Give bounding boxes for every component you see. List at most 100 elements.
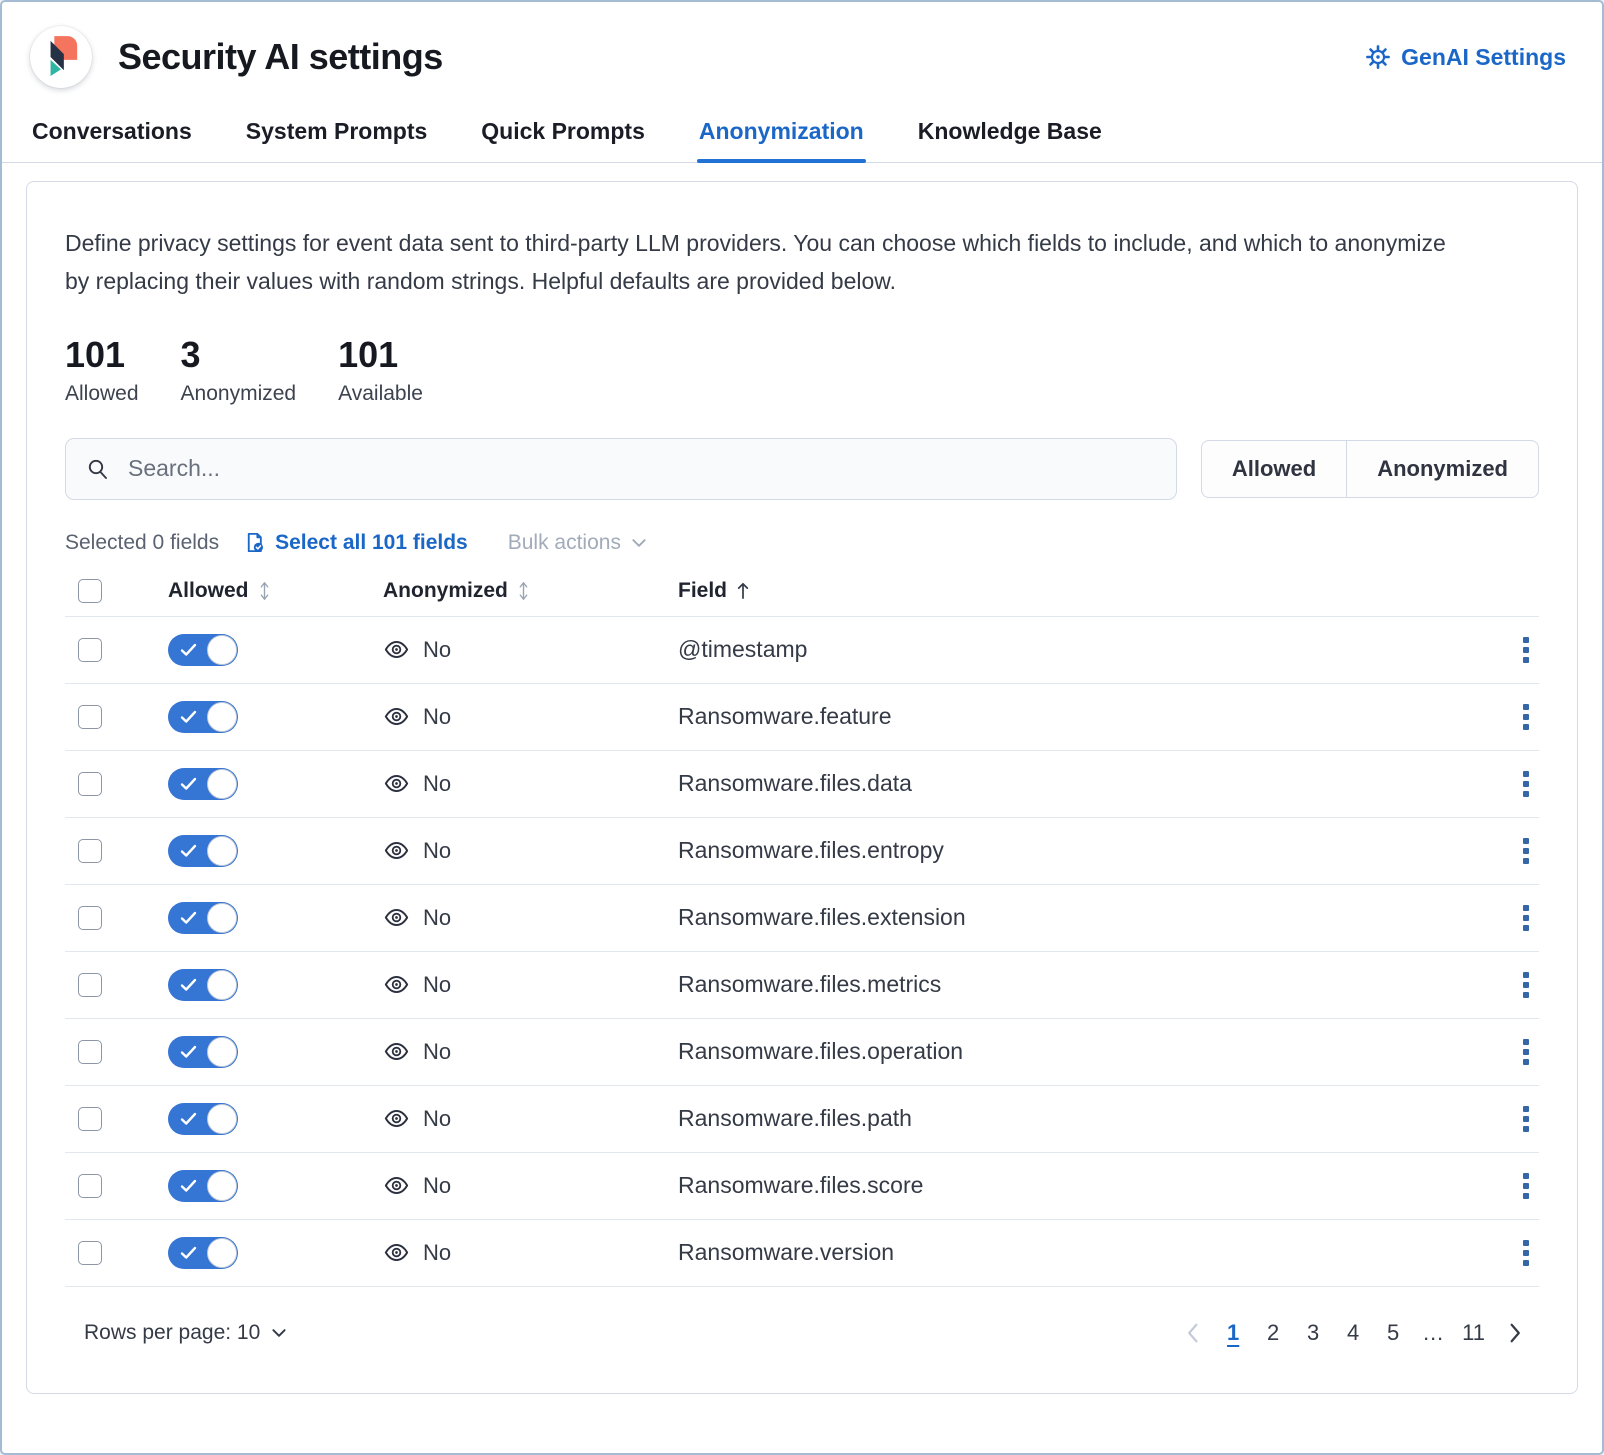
row-checkbox[interactable] — [78, 973, 102, 997]
page-number-button[interactable]: 5 — [1376, 1313, 1410, 1353]
anonymize-eye-button[interactable] — [383, 770, 410, 797]
table-row: No Ransomware.feature — [65, 684, 1539, 751]
field-name: Ransomware.files.path — [678, 1105, 1493, 1132]
row-actions-icon[interactable] — [1519, 834, 1533, 868]
stat-label: Anonymized — [181, 382, 297, 406]
page-number-button[interactable]: 1 — [1216, 1313, 1250, 1353]
next-page-button[interactable] — [1497, 1313, 1533, 1353]
allowed-toggle[interactable] — [168, 1036, 238, 1068]
search-icon — [86, 457, 110, 481]
tab[interactable]: Knowledge Base — [916, 118, 1104, 162]
bulk-actions-button[interactable]: Bulk actions — [502, 530, 654, 556]
eye-icon — [383, 837, 410, 864]
tab[interactable]: System Prompts — [244, 118, 430, 162]
row-actions-icon[interactable] — [1519, 1102, 1533, 1136]
row-actions-icon[interactable] — [1519, 901, 1533, 935]
tab[interactable]: Anonymization — [697, 118, 866, 162]
column-header-anonymized[interactable]: Anonymized — [383, 579, 531, 603]
anonymize-eye-button[interactable] — [383, 636, 410, 663]
tab-bar: Conversations System Prompts Quick Promp… — [2, 118, 1602, 163]
allowed-toggle[interactable] — [168, 701, 238, 733]
row-checkbox[interactable] — [78, 839, 102, 863]
page-title: Security AI settings — [118, 36, 443, 78]
anonymize-eye-button[interactable] — [383, 837, 410, 864]
select-all-button[interactable]: Select all 101 fields — [237, 530, 474, 556]
allowed-toggle[interactable] — [168, 835, 238, 867]
allowed-toggle[interactable] — [168, 1103, 238, 1135]
table-row: No Ransomware.files.score — [65, 1153, 1539, 1220]
anonymized-value: No — [423, 771, 451, 797]
security-ai-settings-window: Security AI settings GenAI Settings — [0, 0, 1604, 1455]
row-checkbox[interactable] — [78, 1174, 102, 1198]
anonymize-eye-button[interactable] — [383, 1105, 410, 1132]
anonymize-eye-button[interactable] — [383, 703, 410, 730]
stat-label: Allowed — [65, 382, 139, 406]
allowed-toggle[interactable] — [168, 768, 238, 800]
filter-button[interactable]: Allowed — [1202, 441, 1346, 497]
column-header-field[interactable]: Field — [678, 579, 751, 603]
anonymize-eye-button[interactable] — [383, 1239, 410, 1266]
anonymize-eye-button[interactable] — [383, 971, 410, 998]
page-number-button[interactable]: 11 — [1456, 1313, 1491, 1353]
row-checkbox[interactable] — [78, 772, 102, 796]
row-checkbox[interactable] — [78, 638, 102, 662]
allowed-toggle[interactable] — [168, 1237, 238, 1269]
page-number-button[interactable]: 4 — [1336, 1313, 1370, 1353]
row-actions-icon[interactable] — [1519, 1236, 1533, 1270]
chevron-down-icon — [270, 1324, 288, 1342]
previous-page-button[interactable] — [1174, 1313, 1210, 1353]
field-name: @timestamp — [678, 636, 1493, 663]
eye-icon — [383, 904, 410, 931]
tab[interactable]: Quick Prompts — [479, 118, 647, 162]
sortable-icon — [516, 580, 531, 602]
row-checkbox[interactable] — [78, 1241, 102, 1265]
rows-per-page-button[interactable]: Rows per page: 10 — [78, 1320, 294, 1346]
row-checkbox[interactable] — [78, 906, 102, 930]
row-checkbox[interactable] — [78, 705, 102, 729]
row-actions-icon[interactable] — [1519, 1169, 1533, 1203]
selected-count: Selected 0 fields — [65, 531, 219, 555]
select-all-checkbox[interactable] — [78, 579, 102, 603]
allowed-toggle[interactable] — [168, 969, 238, 1001]
stat-value: 101 — [338, 334, 423, 375]
row-actions-icon[interactable] — [1519, 968, 1533, 1002]
allowed-toggle[interactable] — [168, 1170, 238, 1202]
anonymized-value: No — [423, 1106, 451, 1132]
anonymized-value: No — [423, 905, 451, 931]
row-actions-icon[interactable] — [1519, 1035, 1533, 1069]
row-actions-icon[interactable] — [1519, 767, 1533, 801]
row-actions-icon[interactable] — [1519, 700, 1533, 734]
allowed-toggle[interactable] — [168, 634, 238, 666]
table-row: No Ransomware.version — [65, 1220, 1539, 1287]
row-checkbox[interactable] — [78, 1107, 102, 1131]
tab[interactable]: Conversations — [30, 118, 194, 162]
genai-settings-label: GenAI Settings — [1401, 44, 1566, 71]
field-name: Ransomware.version — [678, 1239, 1493, 1266]
row-checkbox[interactable] — [78, 1040, 102, 1064]
search-input[interactable] — [126, 454, 1156, 483]
toggle-knob — [207, 970, 237, 1000]
genai-settings-link[interactable]: GenAI Settings — [1365, 44, 1566, 71]
allowed-toggle[interactable] — [168, 902, 238, 934]
chevron-right-icon — [1508, 1322, 1523, 1344]
anonymize-eye-button[interactable] — [383, 904, 410, 931]
row-actions-icon[interactable] — [1519, 633, 1533, 667]
allowed-header-label: Allowed — [168, 579, 249, 603]
toggle-knob — [207, 1037, 237, 1067]
column-header-allowed[interactable]: Allowed — [168, 579, 272, 603]
eye-icon — [383, 703, 410, 730]
anonymized-value: No — [423, 704, 451, 730]
check-icon — [180, 911, 197, 925]
stat-block: 3 Anonymized — [181, 334, 297, 405]
field-name: Ransomware.files.operation — [678, 1038, 1493, 1065]
anonymize-eye-button[interactable] — [383, 1038, 410, 1065]
filter-button[interactable]: Anonymized — [1346, 441, 1538, 497]
pages-select-icon — [243, 531, 266, 554]
page-number-button[interactable]: … — [1416, 1313, 1450, 1353]
anonymized-value: No — [423, 1173, 451, 1199]
page-number-button[interactable]: 2 — [1256, 1313, 1290, 1353]
anonymize-eye-button[interactable] — [383, 1172, 410, 1199]
page-number-button[interactable]: 3 — [1296, 1313, 1330, 1353]
check-icon — [180, 1112, 197, 1126]
table-row: No Ransomware.files.operation — [65, 1019, 1539, 1086]
